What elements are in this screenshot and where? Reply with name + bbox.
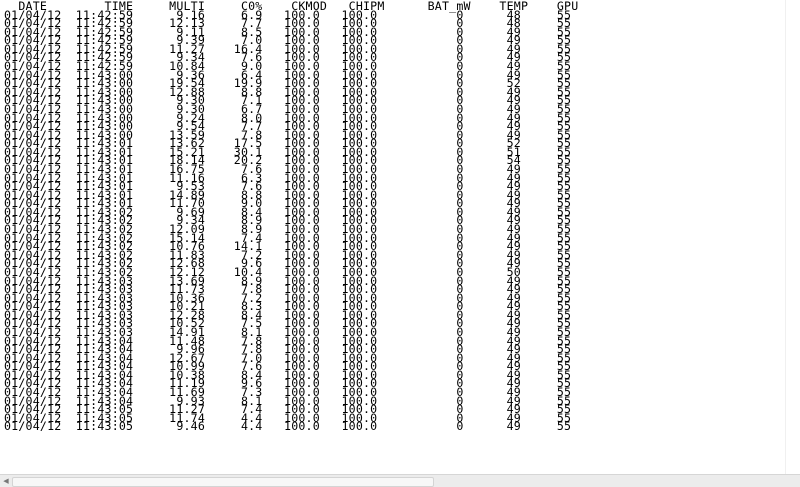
chevron-left-icon[interactable]: ◀ [1, 476, 11, 486]
vertical-gutter [785, 0, 800, 474]
log-viewer-window: DATE TIME MULTI C0% CKMOD CHIPM BAT_mW T… [0, 0, 800, 487]
log-text-area[interactable]: DATE TIME MULTI C0% CKMOD CHIPM BAT_mW T… [0, 0, 800, 474]
log-row: 01/04/12 11:43:05 9.46 4.4 100.0 100.0 0… [4, 419, 572, 434]
log-content: DATE TIME MULTI C0% CKMOD CHIPM BAT_mW T… [0, 0, 800, 431]
horizontal-scrollbar[interactable]: ◀ [0, 474, 800, 487]
log-rows: 01/04/12 11:42:59 9.16 6.9 100.0 100.0 0… [4, 9, 800, 434]
scrollbar-thumb[interactable] [12, 477, 434, 487]
